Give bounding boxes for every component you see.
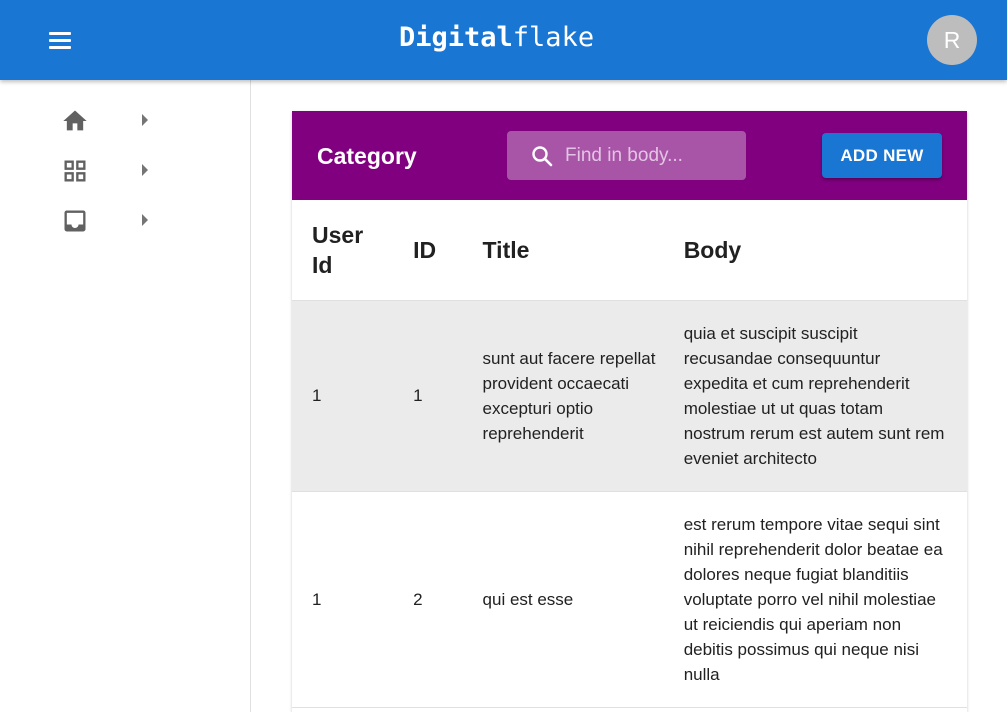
posts-table: User Id ID Title Body 1 1 sunt aut facer…: [292, 200, 967, 708]
column-header-body[interactable]: Body: [663, 200, 967, 301]
menu-icon[interactable]: [40, 20, 80, 60]
cell-id: 1: [393, 300, 463, 492]
inbox-icon: [64, 210, 86, 232]
category-card: Category ADD NEW User Id ID Title Body 1…: [292, 111, 967, 712]
search-box[interactable]: [507, 131, 746, 180]
sidebar-item-inbox[interactable]: [60, 201, 160, 241]
brand-light: flake: [512, 22, 595, 53]
add-new-button[interactable]: ADD NEW: [822, 133, 942, 178]
chevron-right-icon: [142, 214, 148, 226]
cell-body: est rerum tempore vitae sequi sint nihil…: [663, 491, 967, 708]
app-bar: Digitalflake R: [0, 0, 1007, 80]
search-icon: [532, 146, 553, 167]
cell-title: sunt aut facere repellat provident occae…: [462, 300, 664, 492]
chevron-right-icon: [142, 164, 148, 176]
table-row[interactable]: 1 1 sunt aut facere repellat provident o…: [292, 300, 967, 492]
table-row[interactable]: 1 2 qui est esse est rerum tempore vitae…: [292, 491, 967, 708]
category-header: Category ADD NEW: [292, 111, 967, 200]
search-input[interactable]: [565, 143, 735, 169]
sidebar-item-home[interactable]: [60, 101, 160, 141]
home-icon: [63, 110, 87, 131]
table-header-row: User Id ID Title Body: [292, 200, 967, 301]
brand-logo: Digitalflake: [399, 22, 594, 53]
brand-bold: Digital: [399, 22, 513, 53]
column-header-title[interactable]: Title: [462, 200, 664, 301]
sidebar: [0, 80, 251, 712]
avatar[interactable]: R: [927, 15, 977, 65]
column-header-id[interactable]: ID: [393, 200, 463, 301]
chevron-right-icon: [142, 114, 148, 126]
cell-body: quia et suscipit suscipit recusandae con…: [663, 300, 967, 492]
cell-id: 2: [393, 491, 463, 708]
dashboard-icon: [64, 160, 86, 182]
cell-user-id: 1: [292, 491, 394, 708]
cell-title: qui est esse: [462, 491, 664, 708]
sidebar-item-dashboard[interactable]: [60, 151, 160, 191]
category-title: Category: [317, 143, 417, 169]
cell-user-id: 1: [292, 300, 394, 492]
column-header-user-id[interactable]: User Id: [292, 200, 394, 301]
